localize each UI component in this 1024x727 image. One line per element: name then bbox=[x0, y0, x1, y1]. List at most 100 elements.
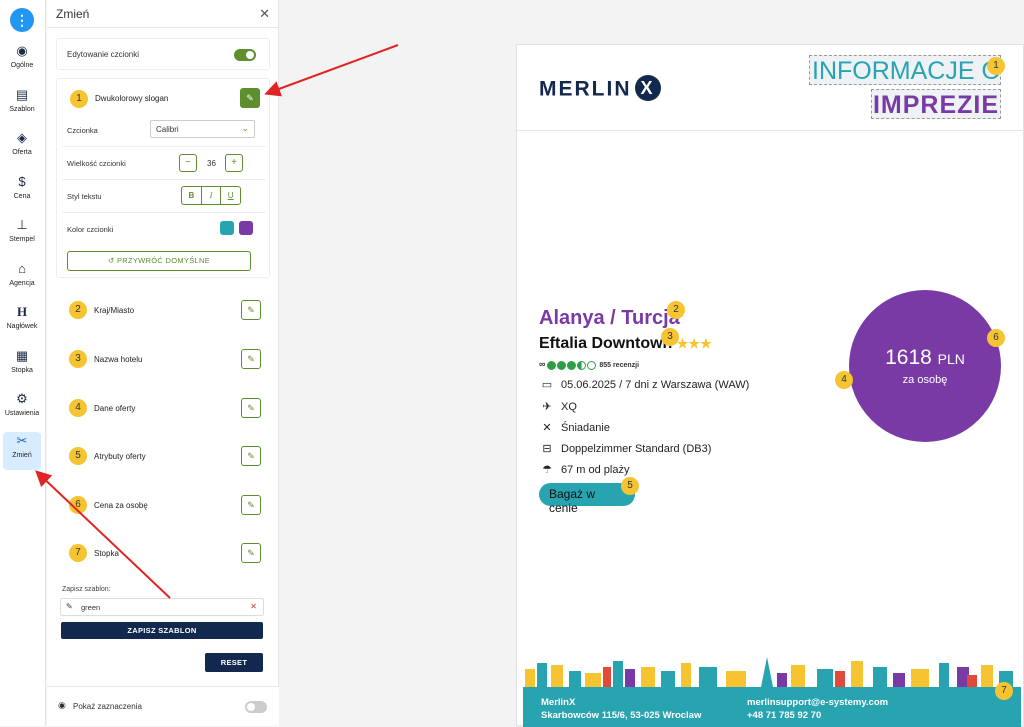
font-family-row: Czcionka Calibri ⌄ bbox=[62, 114, 266, 147]
offer-board: Śniadanie bbox=[561, 422, 610, 434]
pencil-icon[interactable]: ✎ bbox=[241, 300, 261, 320]
pencil-icon[interactable]: ✎ bbox=[241, 349, 261, 369]
offer-beach: 67 m od plaży bbox=[561, 464, 630, 476]
price-unit: za osobę bbox=[902, 374, 948, 386]
text-style-group: B I U bbox=[181, 186, 241, 205]
pencil-icon: ✎ bbox=[66, 602, 73, 611]
section-label: Dwukolorowy slogan bbox=[95, 94, 169, 103]
text-style-row: Styl tekstu B I U bbox=[62, 180, 266, 213]
panel-title: Zmień bbox=[56, 7, 90, 21]
rail-item-label: Agencja bbox=[9, 280, 35, 287]
rail-item-label: Ustawienia bbox=[4, 410, 40, 417]
tripadvisor-rating: ∞ 855 recenzji bbox=[539, 359, 639, 370]
rail-item-agencja[interactable]: ⌂ Agencja bbox=[3, 260, 41, 298]
show-selection-label: Pokaż zaznaczenia bbox=[73, 702, 142, 711]
item-number-badge: 6 bbox=[69, 496, 87, 514]
font-color-row: Kolor czcionki bbox=[62, 213, 266, 246]
marker-badge: 3 bbox=[661, 328, 679, 346]
footer-address: Skarbowców 115/6, 53-025 Wroclaw bbox=[541, 710, 702, 721]
list-item-offer-data: 4 Dane oferty ✎ bbox=[56, 383, 270, 431]
home-icon: ⌂ bbox=[18, 261, 26, 276]
marker-badge: 1 bbox=[987, 57, 1005, 75]
underline-button[interactable]: U bbox=[221, 187, 240, 204]
show-selection-toggle[interactable] bbox=[245, 701, 267, 713]
offer-board-row: ✕ Śniadanie bbox=[539, 421, 610, 434]
font-size-row: Wielkość czcionki − 36 + bbox=[62, 147, 266, 180]
preview-footer[interactable]: MerlinX Skarbowców 115/6, 53-025 Wroclaw … bbox=[523, 687, 1021, 727]
slogan-line-2[interactable]: IMPREZIE bbox=[871, 89, 1001, 119]
font-family-select[interactable]: Calibri ⌄ bbox=[150, 120, 255, 138]
color-swatch-teal[interactable] bbox=[220, 221, 234, 235]
decrease-size-button[interactable]: − bbox=[179, 154, 197, 172]
offer-flight: XQ bbox=[561, 401, 577, 413]
pencil-icon[interactable]: ✎ bbox=[241, 398, 261, 418]
edit-panel: Zmień ✕ Edytowanie czcionki 1 Dwukolorow… bbox=[47, 0, 279, 726]
rail-item-stopka[interactable]: ▦ Stopka bbox=[3, 347, 41, 385]
pencil-icon[interactable]: ✎ bbox=[240, 88, 260, 108]
rail-item-label: Cena bbox=[13, 193, 31, 200]
price-value: 1618 bbox=[885, 346, 932, 369]
panel-header: Zmień ✕ bbox=[47, 0, 278, 28]
menu-dots-icon[interactable]: ⋮ bbox=[10, 8, 34, 32]
item-number-badge: 5 bbox=[69, 447, 87, 465]
restore-defaults-button[interactable]: ↺ PRZYWRÓĆ DOMYŚLNE bbox=[67, 251, 251, 271]
rating-dots bbox=[547, 360, 597, 370]
rail-item-cena[interactable]: $ Cena bbox=[3, 173, 41, 211]
offer-room: Doppelzimmer Standard (DB3) bbox=[561, 443, 712, 455]
offer-beach-row: ☂ 67 m od plaży bbox=[539, 463, 629, 476]
edit-fonts-toggle[interactable] bbox=[234, 49, 256, 61]
rail-item-ogolne[interactable]: ◉ Ogólne bbox=[3, 42, 41, 80]
restore-defaults-label: PRZYWRÓĆ DOMYŚLNE bbox=[116, 256, 210, 265]
italic-button[interactable]: I bbox=[202, 187, 222, 204]
bold-button[interactable]: B bbox=[182, 187, 202, 204]
heading-icon: H bbox=[16, 304, 28, 319]
merlinx-logo: MERLIN X bbox=[539, 75, 661, 103]
item-label: Dane oferty bbox=[94, 404, 136, 413]
rail-item-oferta[interactable]: ◈ Oferta bbox=[3, 129, 41, 167]
font-family-value: Calibri bbox=[156, 125, 179, 134]
plane-icon: ✈ bbox=[542, 401, 552, 413]
price-circle[interactable]: 1618 PLN za osobę bbox=[849, 290, 1001, 442]
rail-item-label: Nagłówek bbox=[6, 323, 38, 330]
rail-item-label: Ogólne bbox=[10, 62, 34, 69]
item-label: Nazwa hotelu bbox=[94, 355, 143, 364]
bed-icon: ⊟ bbox=[542, 443, 552, 455]
pencil-icon[interactable]: ✎ bbox=[241, 543, 261, 563]
color-swatch-purple[interactable] bbox=[239, 221, 253, 235]
rail-item-zmien[interactable]: ✂ Zmień bbox=[3, 432, 41, 470]
clear-icon[interactable]: ✕ bbox=[250, 602, 257, 611]
close-icon[interactable]: ✕ bbox=[259, 6, 270, 22]
rail-item-label: Zmień bbox=[12, 452, 32, 459]
item-label: Atrybuty oferty bbox=[94, 452, 146, 461]
calendar-icon: ▭ bbox=[541, 379, 553, 391]
reset-button[interactable]: RESET bbox=[205, 653, 263, 672]
hotel-name-text[interactable]: Eftalia Downtown ★★★ bbox=[539, 335, 712, 353]
tools-icon: ✂ bbox=[16, 433, 28, 448]
rail-item-stempel[interactable]: ⊥ Stempel bbox=[3, 216, 41, 254]
pencil-icon[interactable]: ✎ bbox=[241, 495, 261, 515]
template-name-input[interactable]: ✎ green ✕ bbox=[60, 598, 264, 616]
item-number-badge: 4 bbox=[69, 399, 87, 417]
save-template-button[interactable]: ZAPISZ SZABLON bbox=[61, 622, 263, 639]
pencil-icon[interactable]: ✎ bbox=[241, 446, 261, 466]
edit-fonts-row: Edytowanie czcionki bbox=[56, 38, 270, 70]
rail-item-label: Oferta bbox=[12, 149, 32, 156]
edit-fonts-label: Edytowanie czcionki bbox=[67, 50, 140, 59]
hotel-name: Eftalia Downtown bbox=[539, 335, 673, 352]
offer-flight-row: ✈ XQ bbox=[539, 400, 577, 413]
marker-badge: 6 bbox=[987, 329, 1005, 347]
destination-text[interactable]: Alanya / Turcja bbox=[539, 307, 680, 330]
rail-item-naglowek[interactable]: H Nagłówek bbox=[3, 303, 41, 341]
rail-item-ustawienia[interactable]: ⚙ Ustawienia bbox=[3, 390, 41, 428]
marker-badge: 4 bbox=[835, 371, 853, 389]
marker-badge: 5 bbox=[621, 477, 639, 495]
logo-text: MERLIN bbox=[539, 77, 632, 101]
offer-preview: MERLIN X INFORMACJE O IMPREZIE Alanya / T… bbox=[516, 44, 1024, 727]
marker-badge: 7 bbox=[995, 682, 1013, 700]
item-label: Stopka bbox=[94, 549, 119, 558]
section-number-badge: 1 bbox=[70, 90, 88, 108]
slogan-line-1[interactable]: INFORMACJE O bbox=[809, 55, 1001, 85]
offer-room-row: ⊟ Doppelzimmer Standard (DB3) bbox=[539, 442, 711, 455]
increase-size-button[interactable]: + bbox=[225, 154, 243, 172]
rail-item-szablon[interactable]: ▤ Szablon bbox=[3, 86, 41, 124]
